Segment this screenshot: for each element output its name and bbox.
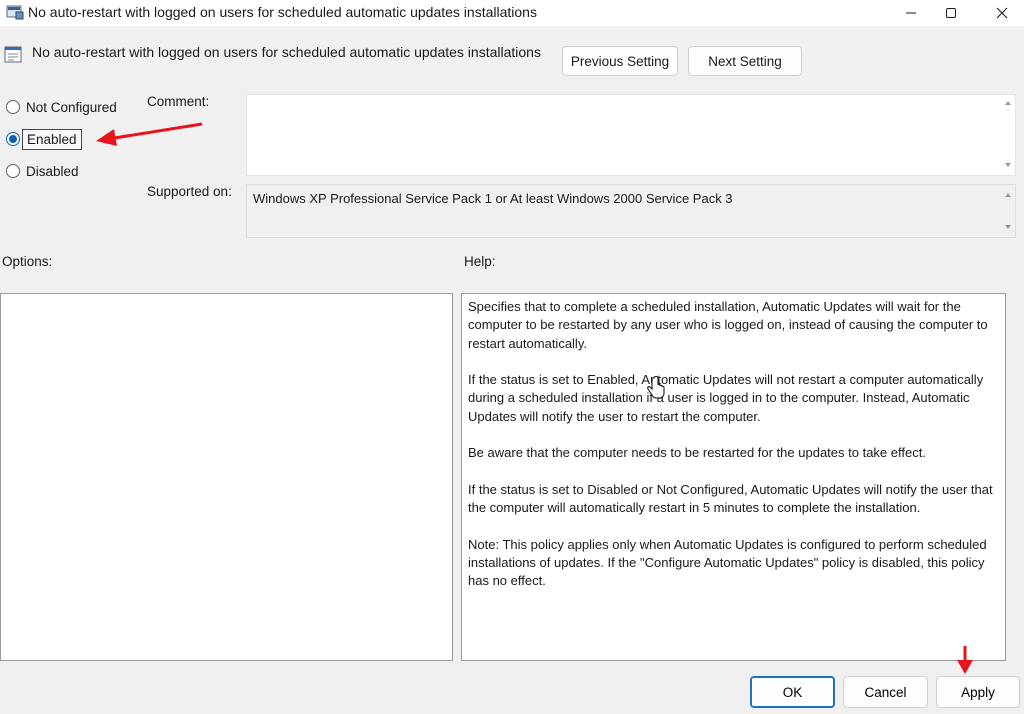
close-button[interactable]: [979, 0, 1024, 26]
help-paragraph: Specifies that to complete a scheduled i…: [468, 299, 988, 351]
radio-button[interactable]: [6, 100, 20, 114]
comment-textarea[interactable]: [246, 94, 1016, 176]
policy-setting-icon: [4, 46, 22, 63]
title-bar: No auto-restart with logged on users for…: [0, 0, 1024, 26]
maximize-icon: [946, 8, 956, 18]
annotation-arrow-enabled: [96, 122, 203, 146]
window-title: No auto-restart with logged on users for…: [28, 4, 537, 20]
hand-cursor-icon: [647, 376, 665, 399]
close-icon: [996, 7, 1008, 19]
comment-label: Comment:: [147, 94, 210, 109]
help-paragraph: Note: This policy applies only when Auto…: [468, 536, 987, 589]
radio-disabled[interactable]: Disabled: [6, 161, 79, 181]
ok-button[interactable]: OK: [750, 676, 835, 708]
supported-on-field: Windows XP Professional Service Pack 1 o…: [246, 184, 1016, 238]
radio-button[interactable]: [6, 164, 20, 178]
radio-label-disabled: Disabled: [26, 163, 79, 179]
radio-label-not-configured: Not Configured: [26, 99, 117, 115]
options-label: Options:: [2, 254, 53, 269]
radio-not-configured[interactable]: Not Configured: [6, 97, 117, 117]
help-paragraph: If the status is set to Disabled or Not …: [468, 481, 993, 516]
supported-on-label: Supported on:: [147, 184, 232, 199]
radio-label-enabled: Enabled: [22, 128, 82, 150]
scroll-down-icon[interactable]: [1005, 225, 1011, 229]
options-pane: [0, 293, 453, 661]
maximize-button[interactable]: [928, 0, 974, 26]
scroll-up-icon[interactable]: [1005, 101, 1011, 105]
cancel-button[interactable]: Cancel: [843, 676, 928, 708]
previous-setting-button[interactable]: Previous Setting: [562, 46, 678, 76]
next-setting-button[interactable]: Next Setting: [688, 46, 802, 76]
scroll-down-icon[interactable]: [1005, 163, 1011, 167]
scroll-up-icon[interactable]: [1005, 193, 1011, 197]
policy-title: No auto-restart with logged on users for…: [32, 44, 541, 60]
radio-button-selected[interactable]: [6, 132, 20, 146]
help-label: Help:: [464, 254, 496, 269]
help-pane[interactable]: Specifies that to complete a scheduled i…: [461, 293, 1006, 661]
group-policy-window-icon: [6, 5, 24, 20]
help-paragraph: If the status is set to Enabled, Automat…: [468, 372, 984, 424]
help-paragraph: Be aware that the computer needs to be r…: [468, 445, 926, 461]
minimize-icon: [906, 12, 916, 14]
radio-enabled[interactable]: Enabled: [6, 128, 82, 150]
apply-button[interactable]: Apply: [936, 676, 1020, 708]
supported-on-value: Windows XP Professional Service Pack 1 o…: [253, 191, 733, 206]
